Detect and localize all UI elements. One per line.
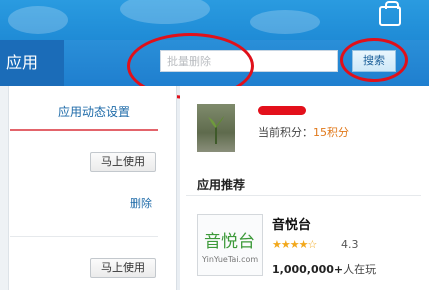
rating-stars: ★★★★☆ bbox=[272, 238, 317, 251]
app-icon-subtext: YinYueTai.com bbox=[202, 255, 259, 264]
cloud-decoration bbox=[8, 6, 68, 34]
points-line: 当前积分：15积分 bbox=[258, 124, 349, 140]
use-now-button[interactable]: 马上使用 bbox=[90, 152, 156, 172]
users-suffix: 人在玩 bbox=[343, 263, 377, 276]
delete-link[interactable]: 删除 bbox=[130, 195, 152, 211]
active-tab-underline bbox=[10, 129, 158, 131]
top-banner bbox=[0, 0, 429, 40]
app-icon-yinyuetai[interactable]: 音悦台 YinYueTai.com bbox=[197, 214, 263, 276]
tv-icon bbox=[379, 1, 401, 26]
users-count-line: 1,000,000+人在玩 bbox=[272, 261, 376, 277]
users-count: 1,000,000+ bbox=[272, 263, 344, 276]
divider bbox=[186, 195, 421, 196]
rating-value: 4.3 bbox=[341, 238, 359, 251]
points-label: 当前积分： bbox=[258, 126, 313, 139]
app-activity-settings-link[interactable]: 应用动态设置 bbox=[58, 103, 130, 120]
username-redacted bbox=[258, 106, 306, 115]
recommended-apps-title: 应用推荐 bbox=[197, 178, 246, 192]
cloud-decoration bbox=[120, 0, 210, 24]
use-now-button[interactable]: 马上使用 bbox=[90, 258, 156, 278]
points-value: 15积分 bbox=[313, 126, 349, 139]
left-edge bbox=[0, 86, 9, 290]
avatar-plant-icon bbox=[208, 116, 224, 144]
cloud-decoration bbox=[250, 10, 320, 34]
annotation-circle-search-button bbox=[340, 38, 408, 82]
divider bbox=[10, 236, 158, 237]
avatar[interactable] bbox=[197, 104, 235, 152]
app-icon-text: 音悦台 bbox=[204, 232, 255, 252]
app-name[interactable]: 音悦台 bbox=[272, 214, 311, 233]
app-title: 应用 bbox=[0, 40, 64, 86]
